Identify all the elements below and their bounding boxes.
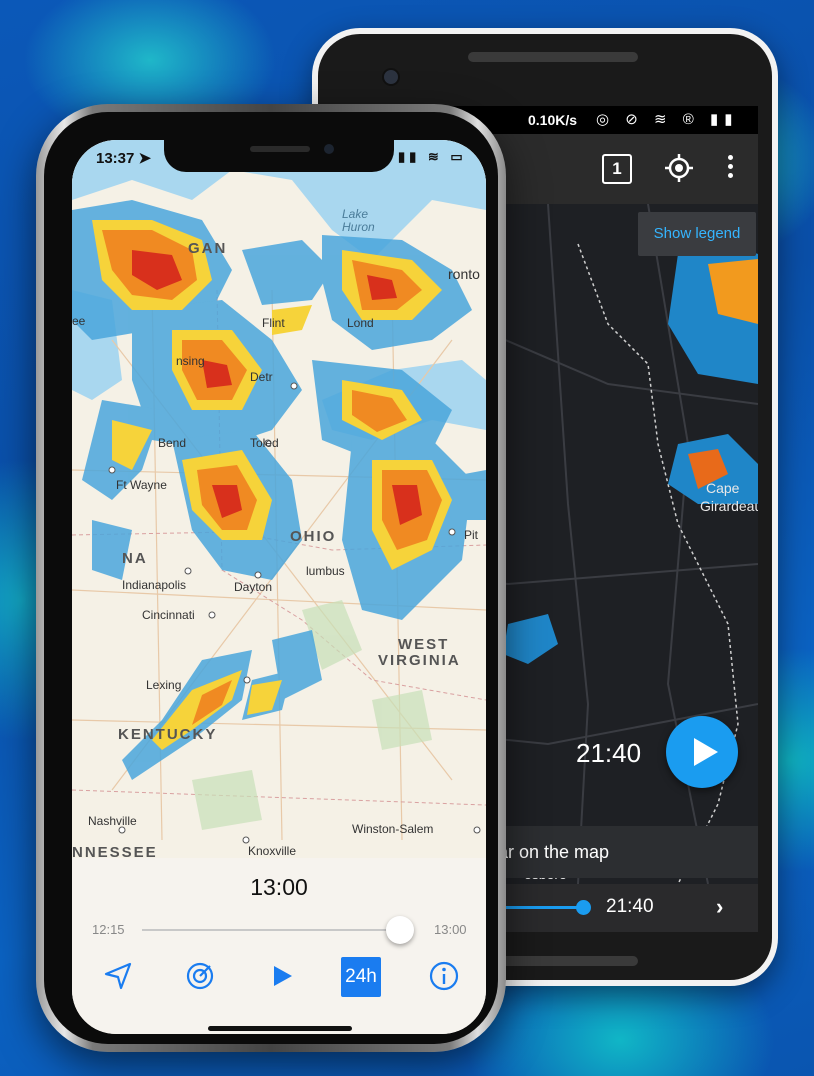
iphone-bezel: Lake Huron GAN Flint ronto Lond ee nsing…	[44, 112, 498, 1044]
map-label-city: lumbus	[306, 564, 345, 578]
status-icons: ◎ ⊘ ≋ ® ▮▮	[596, 111, 739, 128]
bottom-toolbar: 24h	[72, 954, 486, 998]
notch-speaker	[250, 146, 310, 152]
network-speed: 0.10K/s	[528, 112, 578, 128]
range-24h-button[interactable]: 24h	[341, 957, 381, 997]
info-icon[interactable]	[422, 954, 466, 998]
map-label-city: nsing	[176, 354, 205, 368]
timeline-slider-thumb[interactable]	[386, 916, 414, 944]
iphone-screen: Lake Huron GAN Flint ronto Lond ee nsing…	[72, 140, 486, 1034]
map-label-city: Indianapolis	[122, 578, 187, 592]
map-label-city: ee	[72, 314, 86, 328]
show-legend-button[interactable]: Show legend	[638, 212, 756, 256]
map-label-lake-huron: Lake Huron	[342, 207, 375, 234]
map-label-city: Detr	[250, 370, 273, 384]
map-label-city: Nashville	[88, 814, 137, 828]
map-label-city: Cincinnati	[142, 608, 195, 622]
layer-button[interactable]: 1	[602, 154, 632, 184]
map-label-state: GAN	[188, 240, 228, 257]
player-panel: 13:00 12:15 13:00 24h	[72, 858, 486, 1034]
map-label-city: Knoxville	[248, 844, 297, 858]
android-camera	[382, 68, 400, 86]
locate-icon[interactable]	[664, 153, 694, 183]
home-indicator[interactable]	[208, 1026, 352, 1031]
play-button[interactable]	[666, 716, 738, 788]
map-label-state: NA	[122, 550, 148, 567]
radar-time-label: 21:40	[576, 738, 642, 768]
map-label-city: Flint	[262, 316, 285, 330]
map-label-city: Winston-Salem	[352, 822, 434, 836]
status-time: 13:37 ➤	[96, 150, 152, 167]
map-label-city: ronto	[448, 266, 480, 282]
timeline-thumb[interactable]	[576, 900, 591, 915]
map-label-city: Lond	[347, 316, 374, 330]
map-label-city: Pit	[464, 528, 479, 542]
timeline-slider-track[interactable]	[142, 929, 402, 931]
map-label-city: Lexing	[146, 678, 182, 692]
play-icon[interactable]	[260, 954, 304, 998]
chevron-right-icon[interactable]: ›	[716, 894, 723, 920]
map-label-city: Dayton	[234, 580, 273, 594]
more-options-icon[interactable]	[726, 152, 734, 184]
iphone-frame: Lake Huron GAN Flint ronto Lond ee nsing…	[36, 104, 506, 1052]
map-label-state: VIRGINIA	[378, 652, 461, 669]
android-speaker	[468, 52, 638, 62]
map-label-state: KENTUCKY	[118, 726, 218, 743]
timeline-end-label: 13:00	[434, 922, 467, 937]
timeline-start-label: 12:15	[92, 922, 125, 937]
map-label-city: Toled	[250, 436, 279, 450]
iphone-notch	[164, 140, 394, 172]
iphone-radar-map[interactable]: Lake Huron GAN Flint ronto Lond ee nsing…	[72, 140, 486, 861]
city-label: Cape	[706, 480, 740, 496]
city-label: Girardeau	[700, 498, 758, 514]
map-label-city: Ft Wayne	[116, 478, 167, 492]
radar-icon[interactable]	[178, 954, 222, 998]
snackbar-text: ar on the map	[498, 842, 610, 862]
status-icons: ▮▮ ≋ ▭	[398, 149, 467, 164]
map-label-state: OHIO	[290, 528, 337, 545]
current-time: 13:00	[250, 874, 308, 900]
timeline-time: 21:40	[606, 896, 654, 917]
location-arrow-icon[interactable]	[96, 954, 140, 998]
map-label-state: WEST	[398, 636, 450, 653]
map-label-city: Bend	[158, 436, 187, 450]
radar-overlay-light	[72, 140, 486, 844]
notch-camera	[324, 144, 334, 154]
